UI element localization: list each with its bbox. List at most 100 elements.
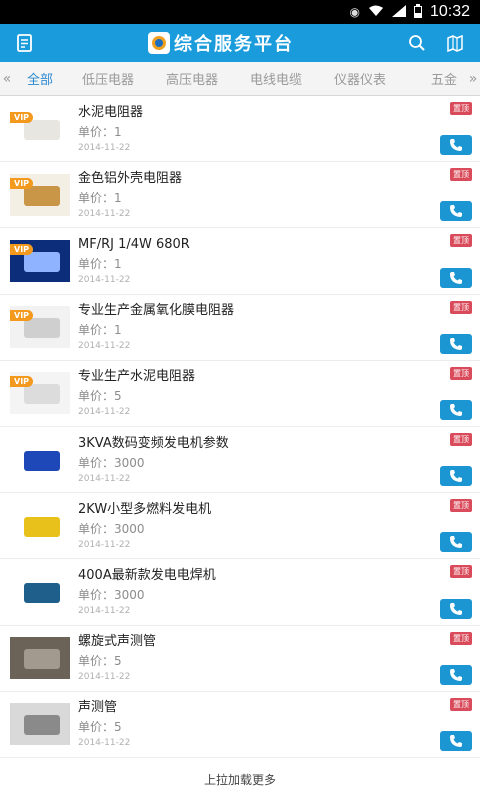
product-date: 2014-11-22 (78, 539, 131, 550)
call-button[interactable] (440, 135, 472, 156)
list-item[interactable]: VIP 金色铝外壳电阻器 单价：1 2014-11-22 置顶 (0, 162, 480, 229)
call-button[interactable] (440, 598, 472, 619)
list-item[interactable]: VIP MF/RJ 1/4W 680R 单价：1 2014-11-22 置顶 (0, 228, 480, 295)
product-thumbnail: VIP (10, 107, 70, 150)
call-button[interactable] (440, 267, 472, 288)
list-item[interactable]: 螺旋式声测管 单价：5 2014-11-22 置顶 (0, 626, 480, 692)
product-info: 螺旋式声测管 单价：5 2014-11-22 (78, 633, 472, 683)
item-actions: 置顶 (440, 300, 472, 354)
category-tabs: « 全部 低压电器 高压电器 电线电缆 仪器仪表 五金 » (0, 62, 480, 96)
vip-badge: VIP (10, 111, 34, 123)
item-actions: 置顶 (440, 168, 472, 222)
product-thumbnail-shape (24, 119, 60, 140)
phone-icon (450, 337, 462, 350)
pinned-badge: 置顶 (450, 631, 472, 645)
product-thumbnail (10, 504, 70, 547)
call-button[interactable] (440, 201, 472, 222)
list-item[interactable]: 2KW小型多燃料发电机 单价：3000 2014-11-22 置顶 (0, 493, 480, 560)
vip-badge: VIP (10, 310, 34, 322)
pinned-badge: 置顶 (450, 432, 472, 446)
pinned-badge: 置顶 (450, 234, 472, 248)
product-thumbnail: VIP (10, 173, 70, 216)
product-name: 3KVA数码变频发电机参数 (78, 435, 229, 451)
product-thumbnail: VIP (10, 239, 70, 282)
product-price: 单价：1 (78, 124, 122, 139)
list-item[interactable]: 声测管 单价：5 2014-11-22 置顶 (0, 692, 480, 758)
call-button[interactable] (440, 664, 472, 685)
product-price: 单价：5 (78, 654, 122, 669)
product-date: 2014-11-22 (78, 407, 131, 418)
phone-icon (450, 271, 462, 284)
product-thumbnail (10, 703, 70, 746)
tab-2[interactable]: 高压电器 (150, 69, 234, 88)
item-actions: 置顶 (440, 432, 472, 487)
product-date: 2014-11-22 (78, 473, 131, 484)
call-button[interactable] (440, 333, 472, 354)
call-button[interactable] (440, 466, 472, 487)
map-pin-icon[interactable] (444, 32, 466, 54)
eye-icon: ◉ (349, 5, 360, 19)
app-logo-icon (148, 32, 170, 54)
product-price: 单价：5 (78, 389, 122, 404)
product-name: 声测管 (78, 700, 118, 716)
product-name: 专业生产水泥电阻器 (78, 369, 196, 385)
pinned-badge: 置顶 (450, 366, 472, 380)
item-actions: 置顶 (440, 631, 472, 685)
product-date: 2014-11-22 (78, 738, 131, 749)
product-price: 单价：3000 (78, 521, 145, 536)
app-title: 综合服务平台 (174, 34, 294, 55)
tabs-left-arrow-icon[interactable]: « (0, 71, 14, 87)
status-clock: 10:32 (429, 3, 470, 20)
tabs-right-arrow-icon[interactable]: » (466, 62, 480, 95)
wifi-icon (368, 5, 384, 20)
phone-icon (450, 602, 462, 615)
phone-icon (450, 734, 462, 747)
app-bar: 综合服务平台 (0, 24, 480, 62)
tab-1[interactable]: 低压电器 (66, 69, 150, 88)
item-actions: 置顶 (440, 499, 472, 553)
product-price: 单价：5 (78, 720, 122, 735)
product-info: MF/RJ 1/4W 680R 单价：1 2014-11-22 (78, 236, 472, 286)
phone-icon (450, 139, 462, 152)
product-info: 水泥电阻器 单价：1 2014-11-22 (78, 104, 472, 154)
product-name: 400A最新款发电电焊机 (78, 567, 216, 583)
call-button[interactable] (440, 399, 472, 420)
list-item[interactable]: 3KVA数码变频发电机参数 单价：3000 2014-11-22 置顶 (0, 427, 480, 494)
product-info: 金色铝外壳电阻器 单价：1 2014-11-22 (78, 170, 472, 220)
product-thumbnail-shape (24, 649, 60, 670)
product-thumbnail-shape (24, 384, 60, 405)
tab-3[interactable]: 电线电缆 (234, 69, 318, 88)
list-item[interactable]: 400A最新款发电电焊机 单价：3000 2014-11-22 置顶 (0, 559, 480, 626)
product-thumbnail (10, 570, 70, 613)
phone-icon (450, 205, 462, 218)
search-icon[interactable] (406, 32, 428, 54)
product-name: MF/RJ 1/4W 680R (78, 236, 190, 252)
call-button[interactable] (440, 730, 472, 751)
product-date: 2014-11-22 (78, 274, 131, 285)
load-more-footer[interactable]: 上拉加载更多 (0, 758, 480, 800)
phone-icon (450, 470, 462, 483)
list-item[interactable]: VIP 水泥电阻器 单价：1 2014-11-22 置顶 (0, 96, 480, 163)
list-item[interactable]: VIP 专业生产金属氧化膜电阻器 单价：1 2014-11-22 置顶 (0, 295, 480, 361)
product-name: 金色铝外壳电阻器 (78, 170, 183, 186)
product-thumbnail-shape (24, 582, 60, 603)
vip-badge: VIP (10, 376, 34, 388)
product-thumbnail-shape (24, 185, 60, 206)
tab-0[interactable]: 全部 (14, 69, 66, 88)
signal-icon (391, 4, 406, 20)
product-info: 400A最新款发电电焊机 单价：3000 2014-11-22 (78, 567, 472, 617)
call-button[interactable] (440, 532, 472, 553)
product-thumbnail (10, 637, 70, 680)
product-info: 2KW小型多燃料发电机 单价：3000 2014-11-22 (78, 501, 472, 551)
product-thumbnail-shape (24, 318, 60, 339)
list-item[interactable]: VIP 专业生产水泥电阻器 单价：5 2014-11-22 置顶 (0, 361, 480, 427)
product-thumbnail (10, 438, 70, 481)
item-actions: 置顶 (440, 565, 472, 619)
status-bar: ◉ 10:32 (0, 0, 480, 24)
product-thumbnail-shape (24, 251, 60, 272)
tab-4[interactable]: 仪器仪表 (318, 69, 402, 88)
product-price: 单价：1 (78, 323, 122, 338)
notes-icon[interactable] (14, 32, 36, 54)
product-thumbnail: VIP (10, 372, 70, 415)
vip-badge: VIP (10, 177, 34, 189)
